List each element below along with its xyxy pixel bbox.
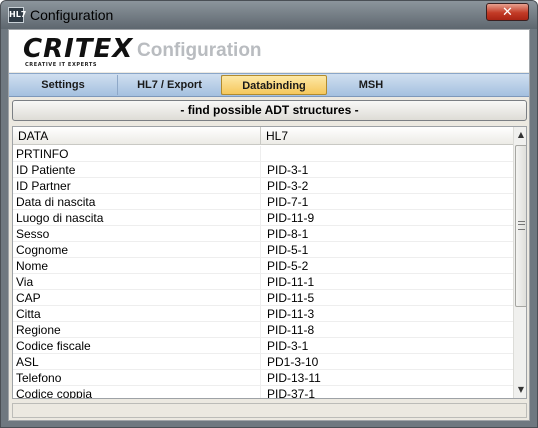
header-title: Configuration bbox=[137, 40, 262, 61]
table-row[interactable]: Regione PID-11-8 bbox=[13, 322, 513, 338]
data-cell[interactable]: Data di nascita bbox=[13, 194, 261, 210]
scrollbar-thumb[interactable] bbox=[515, 145, 526, 307]
close-button[interactable]: ✕ bbox=[486, 3, 529, 21]
window-title: Configuration bbox=[30, 7, 114, 23]
hl7-app-icon: HL7 bbox=[8, 7, 26, 23]
table-row[interactable]: CAP PID-11-5 bbox=[13, 290, 513, 306]
hl7-cell[interactable]: PID-13-11 bbox=[261, 370, 513, 386]
table-row[interactable]: ASL PD1-3-10 bbox=[13, 354, 513, 370]
data-cell[interactable]: Codice coppia bbox=[13, 386, 261, 398]
tab-settings[interactable]: Settings bbox=[9, 75, 118, 95]
data-cell[interactable]: Citta bbox=[13, 306, 261, 322]
table-row[interactable]: PRTINFO bbox=[13, 146, 513, 162]
client-area: CRITEX CREATIVE IT EXPERTS Configuration… bbox=[8, 29, 530, 421]
table-row[interactable]: ID Partner PID-3-2 bbox=[13, 178, 513, 194]
hl7-cell[interactable]: PID-11-3 bbox=[261, 306, 513, 322]
hl7-cell[interactable]: PID-11-8 bbox=[261, 322, 513, 338]
hl7-cell[interactable] bbox=[261, 146, 513, 162]
table-row[interactable]: Nome PID-5-2 bbox=[13, 258, 513, 274]
table-row[interactable]: Codice coppia PID-37-1 bbox=[13, 386, 513, 398]
data-cell[interactable]: Luogo di nascita bbox=[13, 210, 261, 226]
hl7-cell[interactable]: PID-7-1 bbox=[261, 194, 513, 210]
tab-msh[interactable]: MSH bbox=[327, 75, 415, 95]
data-cell[interactable]: Nome bbox=[13, 258, 261, 274]
hl7-cell[interactable]: PID-11-5 bbox=[261, 290, 513, 306]
data-cell[interactable]: PRTINFO bbox=[13, 146, 261, 162]
tab-hl7-export[interactable]: HL7 / Export bbox=[118, 75, 222, 95]
status-bar bbox=[12, 403, 527, 418]
table-row[interactable]: Telefono PID-13-11 bbox=[13, 370, 513, 386]
data-cell[interactable]: Regione bbox=[13, 322, 261, 338]
data-cell[interactable]: Sesso bbox=[13, 226, 261, 242]
hl7-cell[interactable]: PD1-3-10 bbox=[261, 354, 513, 370]
table-row[interactable]: Luogo di nascita PID-11-9 bbox=[13, 210, 513, 226]
data-cell[interactable]: ID Partner bbox=[13, 178, 261, 194]
data-cell[interactable]: Codice fiscale bbox=[13, 338, 261, 354]
grip-icon bbox=[518, 221, 525, 230]
hl7-cell[interactable]: PID-3-1 bbox=[261, 338, 513, 354]
table-row[interactable]: Data di nascita PID-7-1 bbox=[13, 194, 513, 210]
hl7-cell[interactable]: PID-3-1 bbox=[261, 162, 513, 178]
table-row[interactable]: Cognome PID-5-1 bbox=[13, 242, 513, 258]
scroll-down-arrow-icon[interactable]: ▼ bbox=[514, 382, 526, 398]
header-banner: CRITEX CREATIVE IT EXPERTS Configuration bbox=[9, 30, 529, 72]
hl7-cell[interactable]: PID-11-9 bbox=[261, 210, 513, 226]
hl7-cell[interactable]: PID-3-2 bbox=[261, 178, 513, 194]
tab-bar: Settings HL7 / Export Databinding MSH bbox=[9, 73, 529, 97]
hl7-cell[interactable]: PID-37-1 bbox=[261, 386, 513, 398]
scroll-up-arrow-icon[interactable]: ▲ bbox=[514, 127, 526, 143]
table-row[interactable]: Citta PID-11-3 bbox=[13, 306, 513, 322]
column-header-hl7[interactable]: HL7 bbox=[261, 127, 513, 145]
data-cell[interactable]: Via bbox=[13, 274, 261, 290]
data-cell[interactable]: Telefono bbox=[13, 370, 261, 386]
hl7-cell[interactable]: PID-5-2 bbox=[261, 258, 513, 274]
table-row[interactable]: Via PID-11-1 bbox=[13, 274, 513, 290]
find-adt-structures-button[interactable]: - find possible ADT structures - bbox=[12, 100, 527, 121]
data-cell[interactable]: ID Patiente bbox=[13, 162, 261, 178]
hl7-cell[interactable]: PID-5-1 bbox=[261, 242, 513, 258]
tab-databinding[interactable]: Databinding bbox=[221, 75, 327, 95]
table-row[interactable]: ID Patiente PID-3-1 bbox=[13, 162, 513, 178]
hl7-cell[interactable]: PID-11-1 bbox=[261, 274, 513, 290]
table-row[interactable]: Codice fiscale PID-3-1 bbox=[13, 338, 513, 354]
databinding-table: DATA HL7 PRTINFO ID Patiente PID-3-1 ID Par… bbox=[12, 126, 527, 399]
data-cell[interactable]: CAP bbox=[13, 290, 261, 306]
data-cell[interactable]: Cognome bbox=[13, 242, 261, 258]
title-bar[interactable]: HL7 Configuration ✕ bbox=[1, 1, 537, 29]
hl7-cell[interactable]: PID-8-1 bbox=[261, 226, 513, 242]
vertical-scrollbar[interactable]: ▲ ▼ bbox=[513, 127, 526, 398]
column-header-data[interactable]: DATA bbox=[13, 127, 261, 145]
data-cell[interactable]: ASL bbox=[13, 354, 261, 370]
critex-logo: CRITEX CREATIVE IT EXPERTS bbox=[23, 34, 134, 68]
table-row[interactable]: Sesso PID-8-1 bbox=[13, 226, 513, 242]
configuration-window: HL7 Configuration ✕ CRITEX CREATIVE IT E… bbox=[0, 0, 538, 428]
